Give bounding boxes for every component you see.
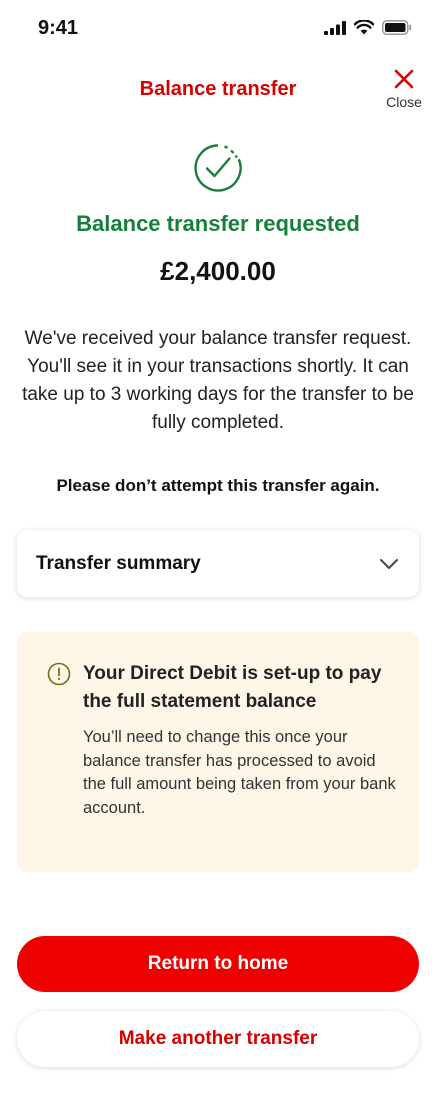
return-to-home-button[interactable]: Return to home [17,936,419,992]
transfer-amount: £2,400.00 [160,256,276,286]
transfer-summary-title: Transfer summary [36,552,201,574]
exclamation-circle-icon [47,662,71,686]
header: Balance transfer Close [0,60,436,120]
make-another-transfer-button[interactable]: Make another transfer [17,1011,419,1067]
status-bar: 9:41 [0,0,436,60]
cellular-signal-icon [324,20,346,35]
battery-icon [382,20,412,35]
transfer-summary-accordion[interactable]: Transfer summary [17,530,419,597]
success-check-icon [194,144,242,192]
direct-debit-notice: Your Direct Debit is set-up to pay the f… [17,632,419,872]
notice-title: Your Direct Debit is set-up to pay the f… [83,663,382,712]
page-title: Balance transfer [139,78,297,100]
notice-body: You’ll need to change this once your bal… [83,728,396,817]
close-icon[interactable] [393,68,415,90]
close-label[interactable]: Close [386,94,422,110]
chevron-down-icon [380,558,398,569]
status-time: 9:41 [38,17,79,39]
confirmation-message: We've received your balance transfer req… [22,328,414,433]
success-title: Balance transfer requested [76,211,360,236]
status-icons [324,20,412,35]
wifi-icon [354,20,374,35]
retry-warning: Please don’t attempt this transfer again… [56,476,380,495]
close-button[interactable]: Close [384,68,424,120]
